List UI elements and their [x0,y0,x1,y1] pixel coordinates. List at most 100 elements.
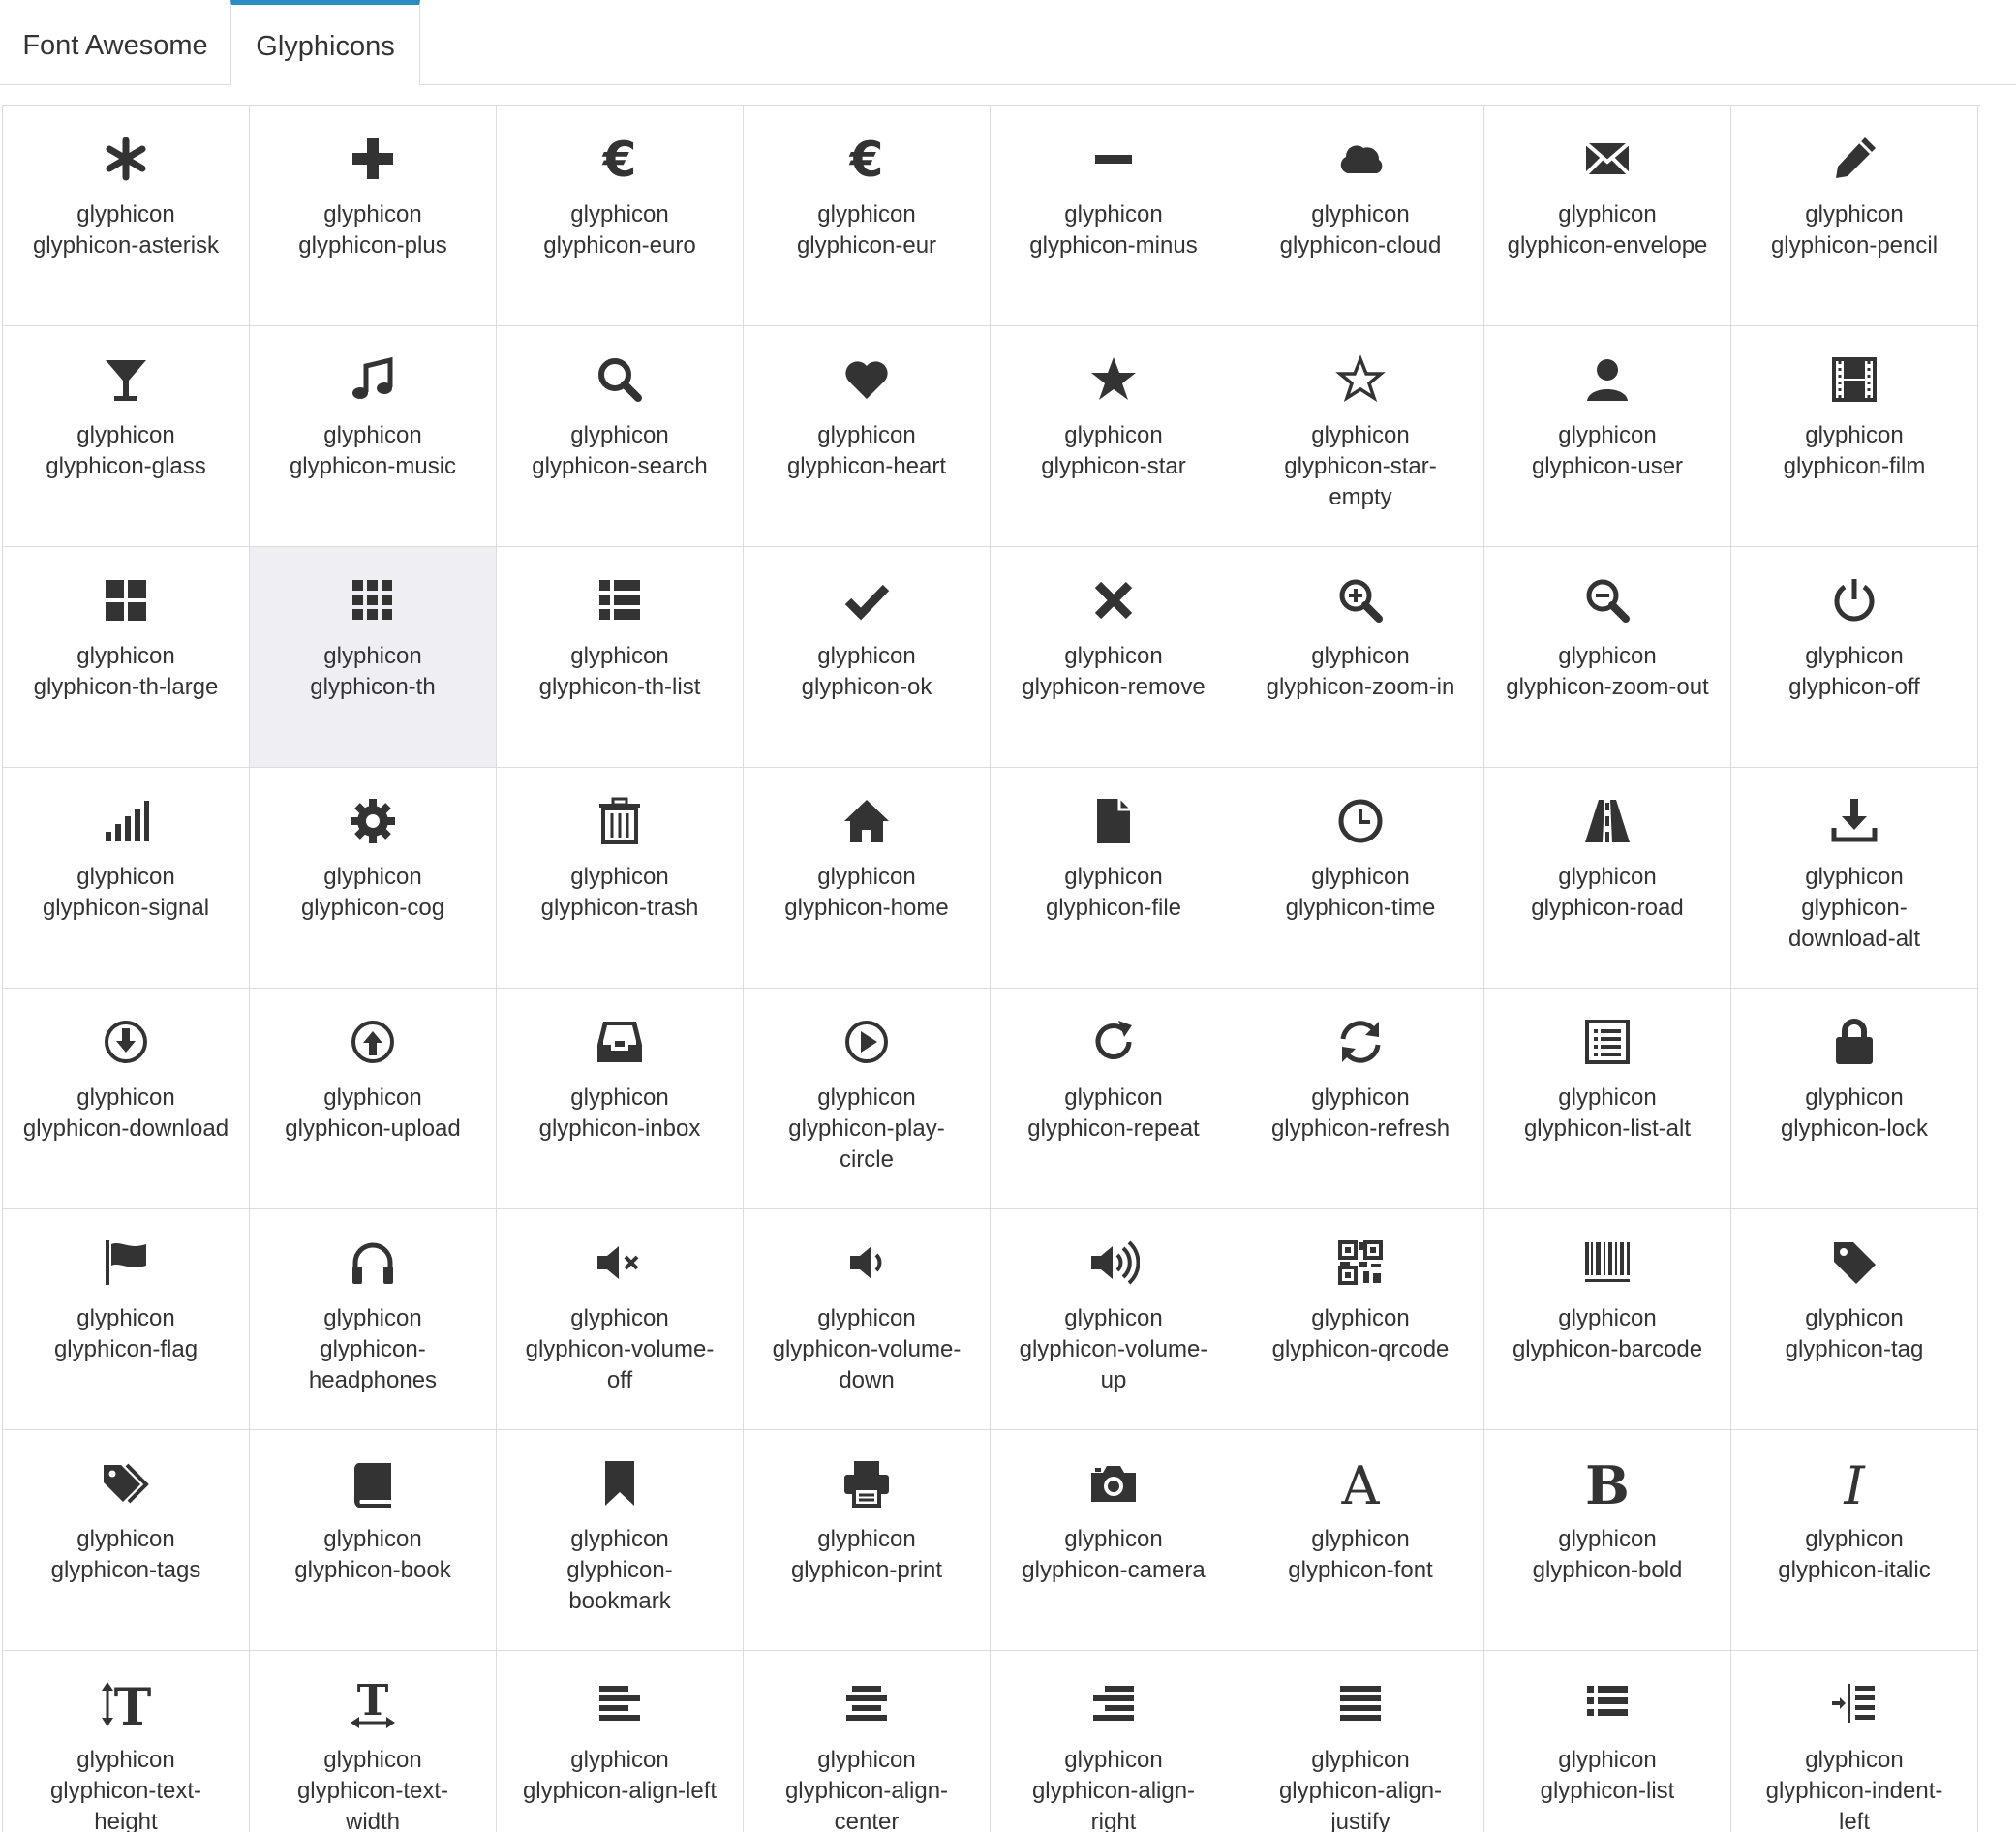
icon-label-line2: glyphicon-cog [300,895,445,921]
icon-cell-search[interactable]: glyphicon glyphicon-search [497,326,744,547]
icon-cell-trash[interactable]: glyphicon glyphicon-trash [497,768,744,989]
icon-label: glyphicon glyphicon-file [996,862,1231,924]
icon-cell-play-circle[interactable]: glyphicon glyphicon-play-circle [744,989,991,1209]
icon-cell-camera[interactable]: glyphicon glyphicon-camera [991,1430,1237,1651]
icon-cell-cloud[interactable]: glyphicon glyphicon-cloud [1237,106,1484,326]
icon-cell-star[interactable]: glyphicon glyphicon-star [991,326,1237,547]
icon-label-line3: width [345,1809,401,1832]
icon-cell-glass[interactable]: glyphicon glyphicon-glass [3,326,250,547]
icon-cell-th[interactable]: glyphicon glyphicon-th [250,547,497,768]
icon-cell-print[interactable]: glyphicon glyphicon-print [744,1430,991,1651]
icon-cell-tags[interactable]: glyphicon glyphicon-tags [3,1430,250,1651]
icon-label: glyphicon glyphicon-th [256,641,490,703]
icon-cell-inbox[interactable]: glyphicon glyphicon-inbox [497,989,744,1209]
icon-cell-indent-left[interactable]: glyphicon glyphicon-indent-left [1731,1651,1978,1832]
icon-cell-align-left[interactable]: glyphicon glyphicon-align-left [497,1651,744,1832]
icon-cell-align-center[interactable]: glyphicon glyphicon-align-center [744,1651,991,1832]
upload-icon [347,1016,399,1068]
icon-cell-barcode[interactable]: glyphicon glyphicon-barcode [1484,1209,1731,1430]
icon-cell-upload[interactable]: glyphicon glyphicon-upload [250,989,497,1209]
icon-cell-signal[interactable]: glyphicon glyphicon-signal [3,768,250,989]
icon-cell-minus[interactable]: glyphicon glyphicon-minus [991,106,1237,326]
icon-cell-refresh[interactable]: glyphicon glyphicon-refresh [1237,989,1484,1209]
icon-cell-film[interactable]: glyphicon glyphicon-film [1731,326,1978,547]
tab-glyphicons[interactable]: Glyphicons [230,0,420,86]
icon-label-line1: glyphicon [76,1305,175,1331]
icon-label-line2: glyphicon-music [289,453,457,479]
icon-cell-road[interactable]: glyphicon glyphicon-road [1484,768,1731,989]
icon-label-line2: glyphicon-italic [1778,1557,1931,1583]
icon-cell-qrcode[interactable]: glyphicon glyphicon-qrcode [1237,1209,1484,1430]
icon-cell-time[interactable]: glyphicon glyphicon-time [1237,768,1484,989]
download-icon [100,1016,152,1068]
icon-cell-volume-down[interactable]: glyphicon glyphicon-volume-down [744,1209,991,1430]
icon-cell-off[interactable]: glyphicon glyphicon-off [1731,547,1978,768]
icon-cell-zoom-out[interactable]: glyphicon glyphicon-zoom-out [1484,547,1731,768]
icon-cell-flag[interactable]: glyphicon glyphicon-flag [3,1209,250,1430]
icon-cell-plus[interactable]: glyphicon glyphicon-plus [250,106,497,326]
icon-label: glyphicon glyphicon-align-left [503,1745,737,1807]
icon-label-line1: glyphicon [817,864,916,890]
icon-label-line1: glyphicon [1064,201,1163,228]
icon-cell-th-large[interactable]: glyphicon glyphicon-th-large [3,547,250,768]
icon-label: glyphicon glyphicon-tags [9,1524,243,1586]
icon-cell-list[interactable]: glyphicon glyphicon-list [1484,1651,1731,1832]
icon-cell-list-alt[interactable]: glyphicon glyphicon-list-alt [1484,989,1731,1209]
icon-cell-bold[interactable]: Bglyphicon glyphicon-bold [1484,1430,1731,1651]
icon-label: glyphicon glyphicon-volume-down [749,1303,984,1396]
pencil-icon [1828,133,1880,185]
icon-cell-book[interactable]: glyphicon glyphicon-book [250,1430,497,1651]
icon-label-line1: glyphicon [1805,864,1904,890]
icon-cell-italic[interactable]: Iglyphicon glyphicon-italic [1731,1430,1978,1651]
icon-label-line1: glyphicon [1064,864,1163,890]
icon-cell-font[interactable]: Aglyphicon glyphicon-font [1237,1430,1484,1651]
icon-cell-volume-off[interactable]: glyphicon glyphicon-volume-off [497,1209,744,1430]
icon-cell-pencil[interactable]: glyphicon glyphicon-pencil [1731,106,1978,326]
print-icon [840,1457,893,1510]
icon-label-line1: glyphicon [1558,1305,1657,1331]
icon-label: glyphicon glyphicon-home [749,862,984,924]
icon-cell-cog[interactable]: glyphicon glyphicon-cog [250,768,497,989]
icon-cell-home[interactable]: glyphicon glyphicon-home [744,768,991,989]
icon-label-line1: glyphicon [1064,1747,1163,1773]
icon-label-line1: glyphicon [817,201,916,228]
icon-cell-file[interactable]: glyphicon glyphicon-file [991,768,1237,989]
icon-cell-ok[interactable]: glyphicon glyphicon-ok [744,547,991,768]
icon-cell-music[interactable]: glyphicon glyphicon-music [250,326,497,547]
icon-label-line2: glyphicon-align- [1031,1778,1196,1804]
icon-label-line2: glyphicon-download [22,1115,229,1142]
icon-cell-lock[interactable]: glyphicon glyphicon-lock [1731,989,1978,1209]
icon-label: glyphicon glyphicon-user [1490,420,1725,482]
icon-cell-euro[interactable]: € glyphicon glyphicon-euro [497,106,744,326]
icon-cell-heart[interactable]: glyphicon glyphicon-heart [744,326,991,547]
icon-cell-text-height[interactable]: Tglyphicon glyphicon-text-height [3,1651,250,1832]
th-list-icon [594,574,646,626]
envelope-icon [1581,133,1634,185]
icon-label-line2: glyphicon-glass [46,453,206,479]
icon-cell-eur[interactable]: € glyphicon glyphicon-eur [744,106,991,326]
icon-cell-tag[interactable]: glyphicon glyphicon-tag [1731,1209,1978,1430]
icon-label: glyphicon glyphicon-inbox [503,1083,737,1145]
svg-text:€: € [602,133,637,185]
icon-cell-volume-up[interactable]: glyphicon glyphicon-volume-up [991,1209,1237,1430]
icon-cell-repeat[interactable]: glyphicon glyphicon-repeat [991,989,1237,1209]
icon-cell-download-alt[interactable]: glyphicon glyphicon-download-alt [1731,768,1978,989]
zoom-in-icon [1334,574,1387,626]
tab-font-awesome[interactable]: Font Awesome [0,0,230,85]
icon-cell-zoom-in[interactable]: glyphicon glyphicon-zoom-in [1237,547,1484,768]
icon-cell-align-justify[interactable]: glyphicon glyphicon-align-justify [1237,1651,1484,1832]
icon-label-line1: glyphicon [1064,422,1163,448]
icon-cell-align-right[interactable]: glyphicon glyphicon-align-right [991,1651,1237,1832]
icon-cell-user[interactable]: glyphicon glyphicon-user [1484,326,1731,547]
icon-label-line1: glyphicon [76,864,175,890]
icon-cell-asterisk[interactable]: glyphicon glyphicon-asterisk [3,106,250,326]
icon-cell-envelope[interactable]: glyphicon glyphicon-envelope [1484,106,1731,326]
icon-cell-bookmark[interactable]: glyphicon glyphicon-bookmark [497,1430,744,1651]
icon-cell-th-list[interactable]: glyphicon glyphicon-th-list [497,547,744,768]
icon-cell-download[interactable]: glyphicon glyphicon-download [3,989,250,1209]
icon-cell-remove[interactable]: glyphicon glyphicon-remove [991,547,1237,768]
icon-cell-star-empty[interactable]: glyphicon glyphicon-star-empty [1237,326,1484,547]
icon-cell-text-width[interactable]: Tglyphicon glyphicon-text-width [250,1651,497,1832]
icon-cell-headphones[interactable]: glyphicon glyphicon-headphones [250,1209,497,1430]
icon-label-line2: glyphicon-envelope [1507,232,1708,259]
